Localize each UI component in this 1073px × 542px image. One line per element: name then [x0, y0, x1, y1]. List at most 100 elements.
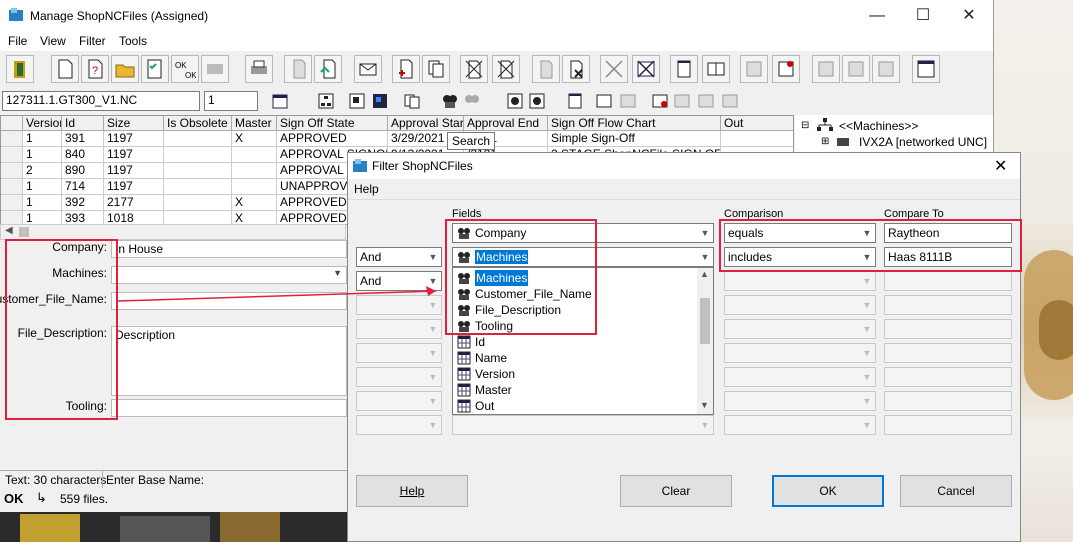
row-header[interactable] — [1, 179, 23, 195]
calendar-icon[interactable] — [270, 91, 290, 111]
cancel-grid-icon[interactable] — [632, 55, 660, 83]
clear-button[interactable]: Clear — [620, 475, 732, 507]
chevron-down-icon[interactable]: ▼ — [425, 368, 441, 386]
compare-to-input-disabled[interactable] — [884, 295, 1012, 315]
copy-gray-3-icon[interactable] — [872, 55, 900, 83]
table-cell[interactable] — [164, 131, 232, 147]
table-cell[interactable]: 1 — [23, 179, 62, 195]
gray-tool-2-icon[interactable] — [696, 91, 716, 111]
col-header-out[interactable]: Out — [721, 116, 793, 131]
table-cell[interactable]: 840 — [62, 147, 104, 163]
chevron-down-icon[interactable]: ▼ — [425, 416, 441, 434]
view-b-icon[interactable] — [370, 91, 390, 111]
chevron-down-icon[interactable]: ▼ — [859, 344, 875, 362]
compare-to-input-disabled[interactable] — [884, 391, 1012, 411]
cancel-x-icon[interactable] — [600, 55, 628, 83]
dropdown-item[interactable]: Id — [457, 334, 485, 350]
col-header-version[interactable]: Version — [23, 116, 62, 131]
print-icon[interactable] — [245, 55, 273, 83]
gray-tool-1-icon[interactable] — [672, 91, 692, 111]
menu-view[interactable]: View — [40, 34, 66, 48]
filter-select-disabled[interactable]: ▼ — [452, 415, 714, 435]
table-cell[interactable] — [232, 163, 277, 179]
table-cell[interactable]: 1197 — [104, 179, 164, 195]
table-cell[interactable]: 1018 — [104, 211, 164, 224]
copy-small-icon[interactable] — [402, 91, 422, 111]
filter-select-disabled[interactable]: ▼ — [724, 271, 876, 291]
table-cell[interactable]: 392 — [62, 195, 104, 211]
table-cell[interactable]: 890 — [62, 163, 104, 179]
company-input[interactable]: In House — [111, 240, 347, 258]
copy-gray-2-icon[interactable] — [842, 55, 870, 83]
table-cell[interactable]: X — [232, 211, 277, 224]
chevron-down-icon[interactable]: ▼ — [697, 416, 713, 434]
multi-page-icon[interactable] — [702, 55, 730, 83]
tree-root-label[interactable]: <<Machines>> — [839, 119, 918, 133]
table-cell[interactable] — [164, 147, 232, 163]
scroll-up-icon[interactable]: ▲ — [700, 269, 709, 279]
table-cell[interactable] — [164, 211, 232, 224]
chevron-down-icon[interactable]: ▼ — [859, 392, 875, 410]
chevron-down-icon[interactable]: ▼ — [859, 296, 875, 314]
machines-b-icon[interactable] — [527, 91, 547, 111]
search-machines-icon[interactable] — [440, 91, 460, 111]
copy-doc-icon[interactable] — [422, 55, 450, 83]
chevron-down-icon[interactable]: ▼ — [425, 320, 441, 338]
dialog-close-icon[interactable]: ✕ — [994, 156, 1007, 176]
dropdown-item[interactable]: Version — [457, 366, 515, 382]
table-cell[interactable]: 1 — [23, 195, 62, 211]
chevron-down-icon[interactable]: ▼ — [859, 368, 875, 386]
ok-button[interactable]: OK — [772, 475, 884, 507]
row-header[interactable] — [1, 195, 23, 211]
chevron-down-icon[interactable]: ▼ — [425, 392, 441, 410]
view-a-icon[interactable] — [347, 91, 367, 111]
table-cell[interactable]: 714 — [62, 179, 104, 195]
compare-to-input-disabled[interactable] — [884, 343, 1012, 363]
table-cell[interactable]: 1 — [23, 211, 62, 224]
scroll-thumb[interactable] — [19, 227, 29, 237]
scroll-left-icon[interactable]: ◀ — [5, 225, 13, 236]
machines-dropdown-icon[interactable]: ▼ — [333, 268, 342, 278]
menu-filter[interactable]: Filter — [79, 34, 106, 48]
filter-select-disabled[interactable]: ▼ — [724, 367, 876, 387]
chevron-down-icon[interactable]: ▼ — [859, 272, 875, 290]
version-input[interactable]: 1 — [204, 91, 258, 111]
gray-tool-3-icon[interactable] — [720, 91, 740, 111]
dropdown-scroll-thumb[interactable] — [700, 298, 710, 344]
col-header-sign-off-state[interactable]: Sign Off State — [277, 116, 388, 131]
table-cell[interactable] — [232, 179, 277, 195]
table-cell[interactable]: 1197 — [104, 163, 164, 179]
chevron-down-icon[interactable]: ▼ — [859, 416, 875, 434]
table-cell[interactable] — [721, 131, 793, 147]
table-cell[interactable] — [164, 163, 232, 179]
col-header-approval-start[interactable]: Approval Start — [388, 116, 464, 131]
filter-select-disabled[interactable]: ▼ — [724, 415, 876, 435]
maximize-button[interactable]: ☐ — [900, 0, 946, 31]
doc-red-icon[interactable] — [772, 55, 800, 83]
filter-select-disabled[interactable]: ▼ — [356, 319, 442, 339]
table-cell[interactable]: Simple Sign-Off — [548, 131, 721, 147]
ok-grid-icon[interactable]: OK OK — [171, 55, 199, 83]
chevron-down-icon[interactable]: ▼ — [859, 320, 875, 338]
compare-to-input-disabled[interactable] — [884, 319, 1012, 339]
chevron-down-icon[interactable]: ▼ — [425, 344, 441, 362]
dropdown-item[interactable]: Name — [457, 350, 507, 366]
hierarchy-icon[interactable] — [316, 91, 336, 111]
scroll-down-icon[interactable]: ▼ — [700, 400, 709, 410]
table-cell[interactable]: APPROVED — [277, 131, 388, 147]
filter-select-disabled[interactable]: ▼ — [356, 391, 442, 411]
mail-icon[interactable] — [354, 55, 382, 83]
menu-tools[interactable]: Tools — [119, 34, 147, 48]
minimize-button[interactable]: — — [854, 0, 900, 31]
help-file-icon[interactable]: ? — [81, 55, 109, 83]
table-cell[interactable]: 393 — [62, 211, 104, 224]
disabled-tool-icon[interactable] — [201, 55, 229, 83]
cancel-button[interactable]: Cancel — [900, 475, 1012, 507]
machines-a-icon[interactable] — [505, 91, 525, 111]
table-cell[interactable]: 2 — [23, 163, 62, 179]
col-header-id[interactable]: Id — [62, 116, 104, 131]
filter-select-disabled[interactable]: ▼ — [724, 295, 876, 315]
table-cell[interactable] — [232, 147, 277, 163]
flowchart-icon[interactable] — [594, 91, 614, 111]
move-down-doc-icon[interactable] — [284, 55, 312, 83]
